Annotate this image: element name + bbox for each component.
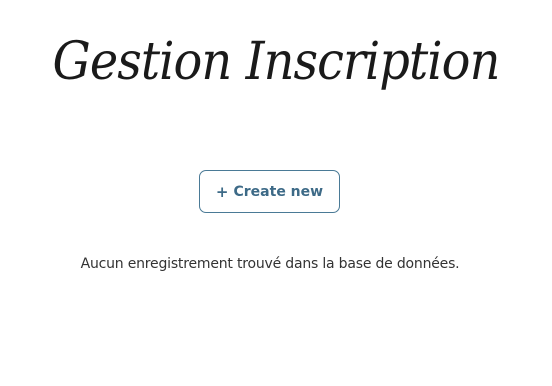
create-new-button[interactable]: + Create new [199,170,340,213]
empty-state-message: Aucun enregistrement trouvé dans la base… [80,256,460,272]
plus-icon: + [215,182,229,201]
page-title: Gestion Inscription [52,32,501,92]
create-new-label: Create new [233,183,324,200]
page: Gestion Inscription + Create new Aucun e… [0,0,552,386]
